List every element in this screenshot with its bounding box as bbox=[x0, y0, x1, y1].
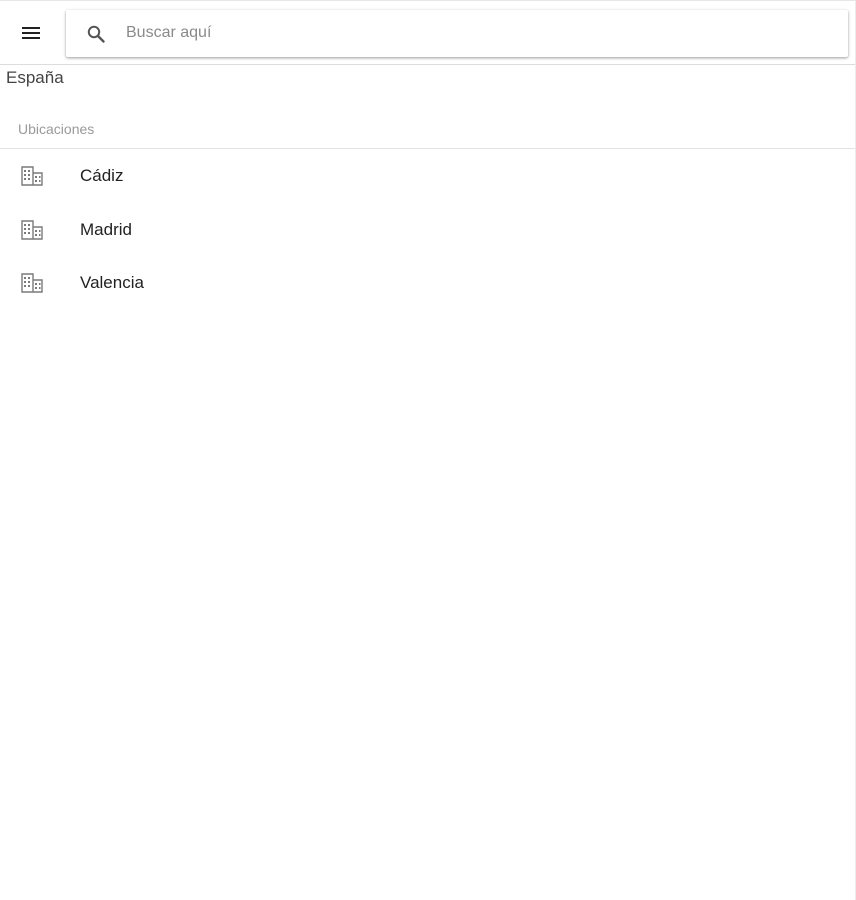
list-item-label: Cádiz bbox=[80, 166, 124, 185]
section-label: Ubicaciones bbox=[18, 121, 95, 137]
list-item-valencia[interactable]: Valencia bbox=[0, 257, 856, 311]
search-icon[interactable] bbox=[84, 22, 108, 46]
building-icon bbox=[21, 166, 43, 186]
locations-list: Cádiz Madrid Valencia bbox=[0, 150, 856, 311]
building-icon bbox=[21, 219, 43, 240]
menu-button[interactable] bbox=[11, 13, 51, 53]
list-item-madrid[interactable]: Madrid bbox=[0, 204, 856, 258]
locations-section-header: Ubicaciones bbox=[0, 109, 856, 149]
building-icon bbox=[21, 273, 43, 293]
search-input[interactable] bbox=[126, 18, 826, 48]
list-item-label: Madrid bbox=[80, 219, 132, 239]
region-title: España bbox=[6, 68, 64, 87]
menu-icon bbox=[22, 27, 40, 39]
top-bar bbox=[0, 1, 856, 65]
list-item-cadiz[interactable]: Cádiz bbox=[0, 150, 856, 204]
app-window: España Ubicaciones Cádiz Madrid Valencia bbox=[0, 0, 856, 900]
search-box[interactable] bbox=[66, 10, 848, 57]
list-item-label: Valencia bbox=[80, 273, 144, 292]
